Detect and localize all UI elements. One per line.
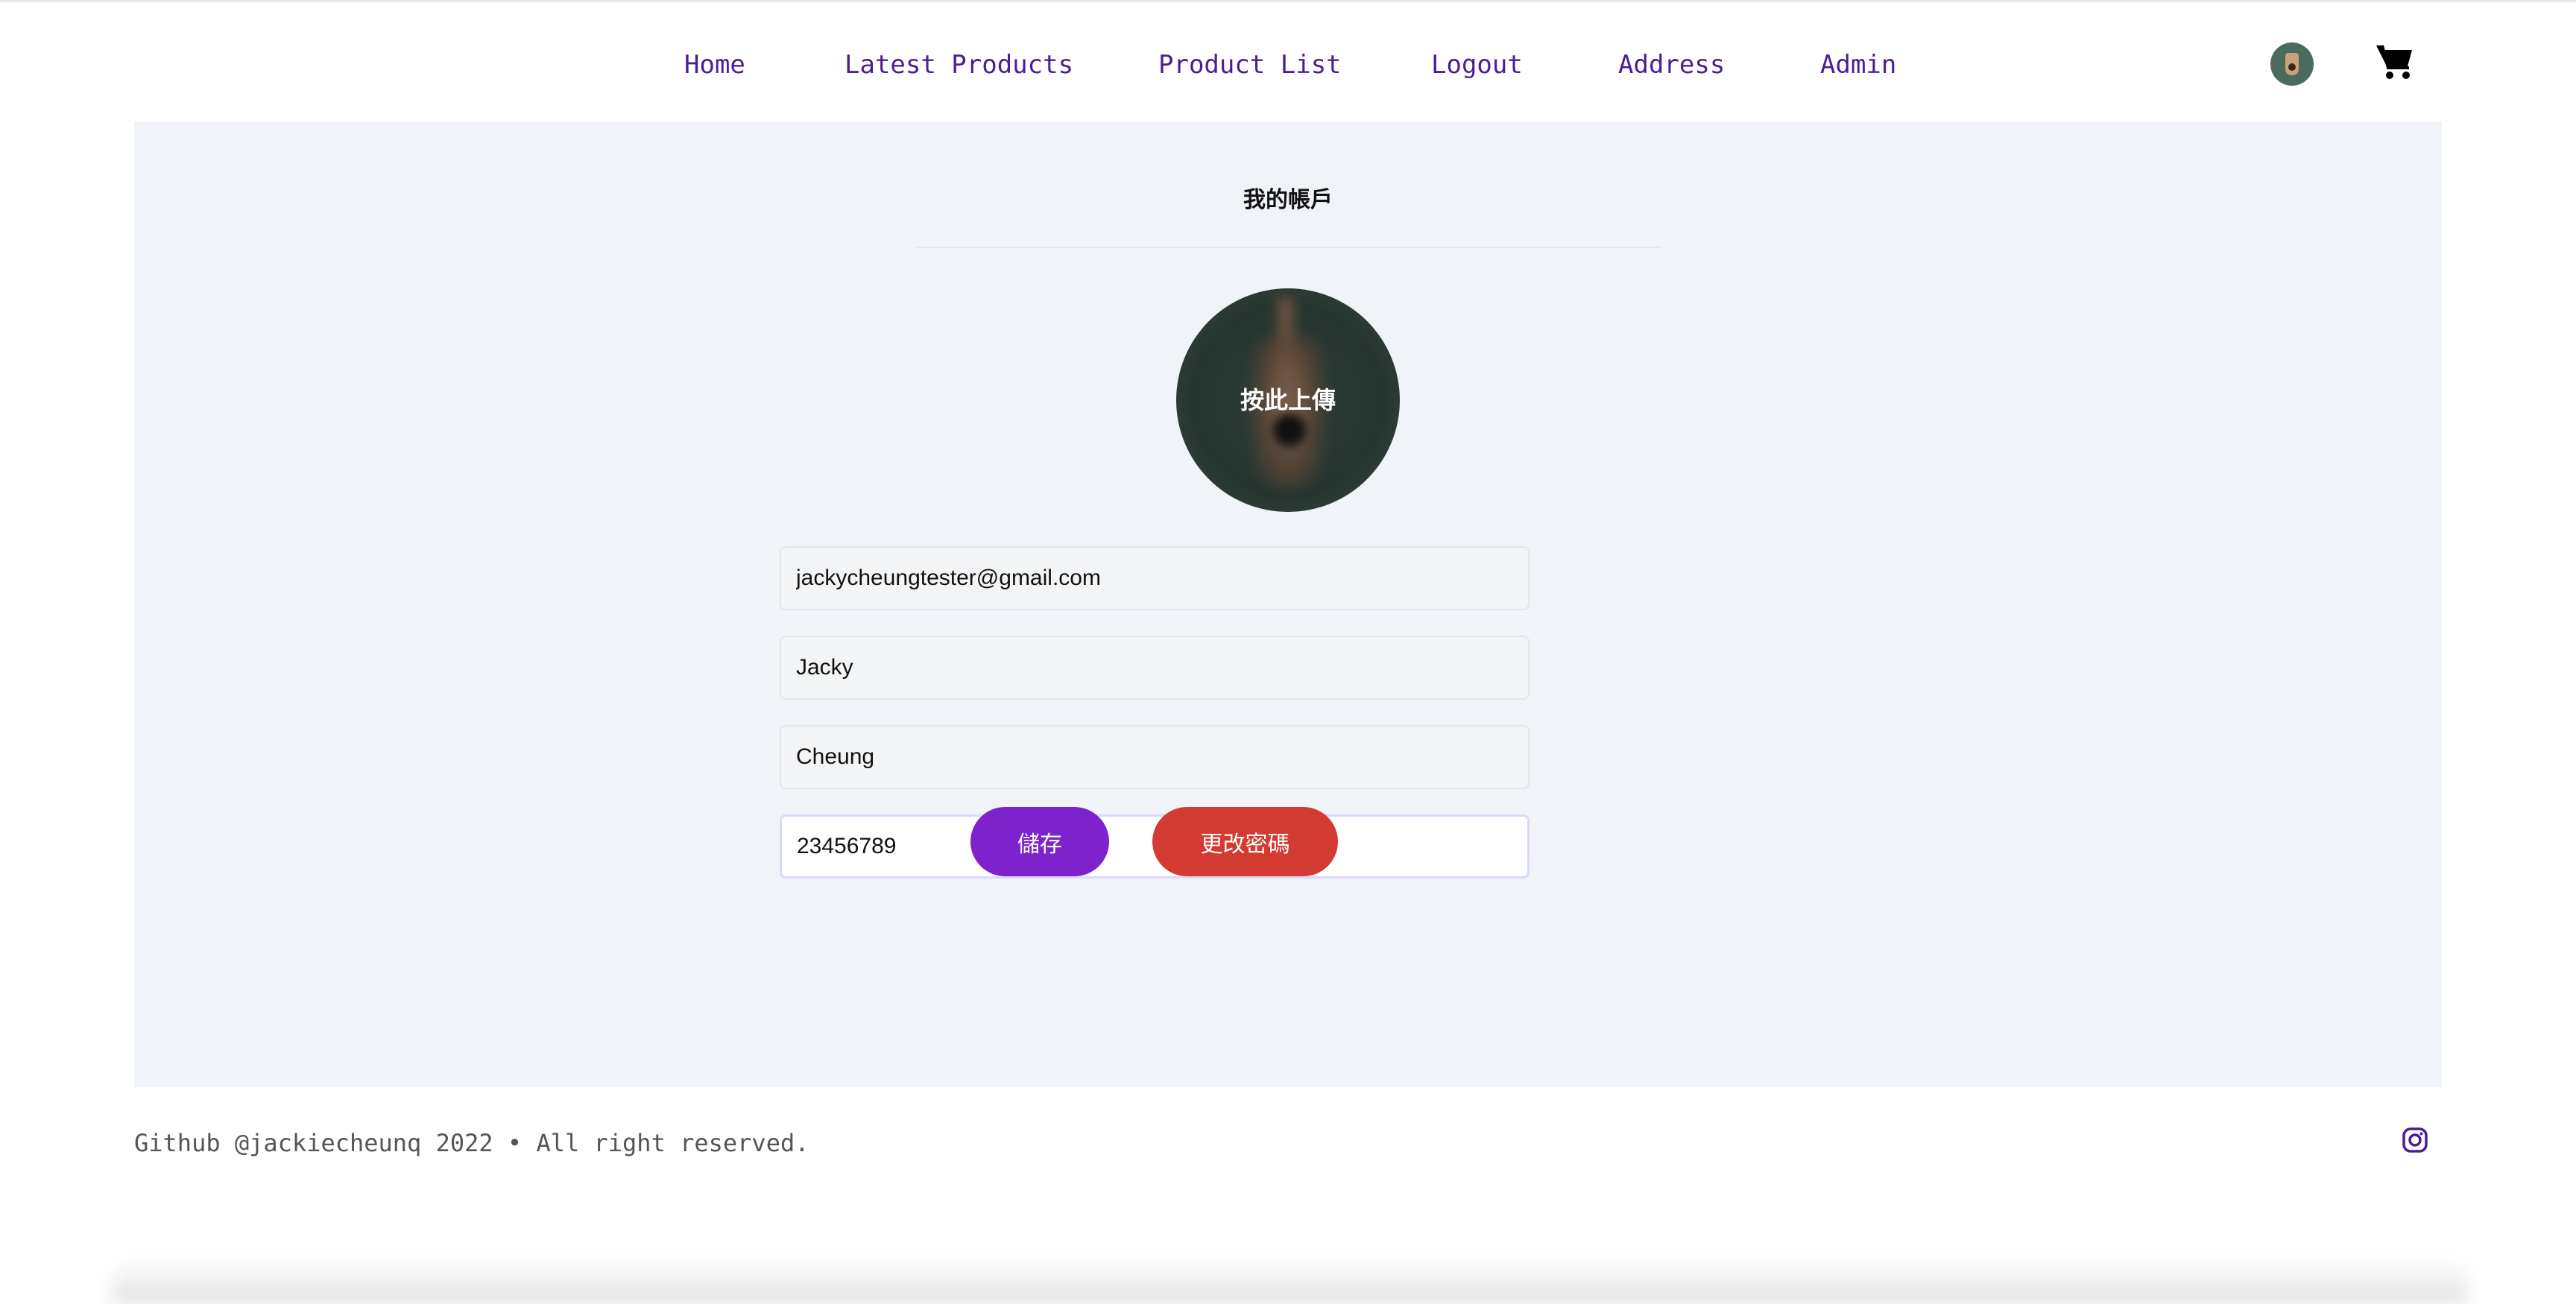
last-name-field[interactable] <box>780 725 1530 789</box>
nav-link-logout[interactable]: Logout <box>1431 47 1523 83</box>
bottom-shadow <box>112 1259 2467 1304</box>
upload-label: 按此上傳 <box>1240 386 1336 414</box>
user-avatar-icon[interactable] <box>2270 42 2314 86</box>
change-password-button[interactable]: 更改密碼 <box>1152 807 1338 876</box>
nav-link-admin[interactable]: Admin <box>1820 47 1896 83</box>
avatar-upload-button[interactable]: 按此上傳 <box>1176 288 1400 512</box>
nav-link-address[interactable]: Address <box>1618 47 1725 83</box>
nav-link-home[interactable]: Home <box>684 47 745 83</box>
page-title: 我的帳戶 <box>1243 187 1333 213</box>
title-divider <box>915 247 1662 248</box>
email-field[interactable] <box>780 546 1530 610</box>
main-nav: Home Latest Products Product List Logout… <box>0 2 2576 121</box>
nav-link-product-list[interactable]: Product List <box>1158 47 1342 83</box>
copyright-text: Github @jackiecheunq 2022 • All right re… <box>134 1129 809 1157</box>
instagram-icon[interactable] <box>2402 1127 2428 1153</box>
site-header: Home Latest Products Product List Logout… <box>0 2 2576 121</box>
shopping-cart-icon[interactable] <box>2375 42 2415 81</box>
save-button[interactable]: 儲存 <box>970 807 1109 876</box>
first-name-field[interactable] <box>780 636 1530 700</box>
nav-link-latest-products[interactable]: Latest Products <box>845 47 1073 83</box>
